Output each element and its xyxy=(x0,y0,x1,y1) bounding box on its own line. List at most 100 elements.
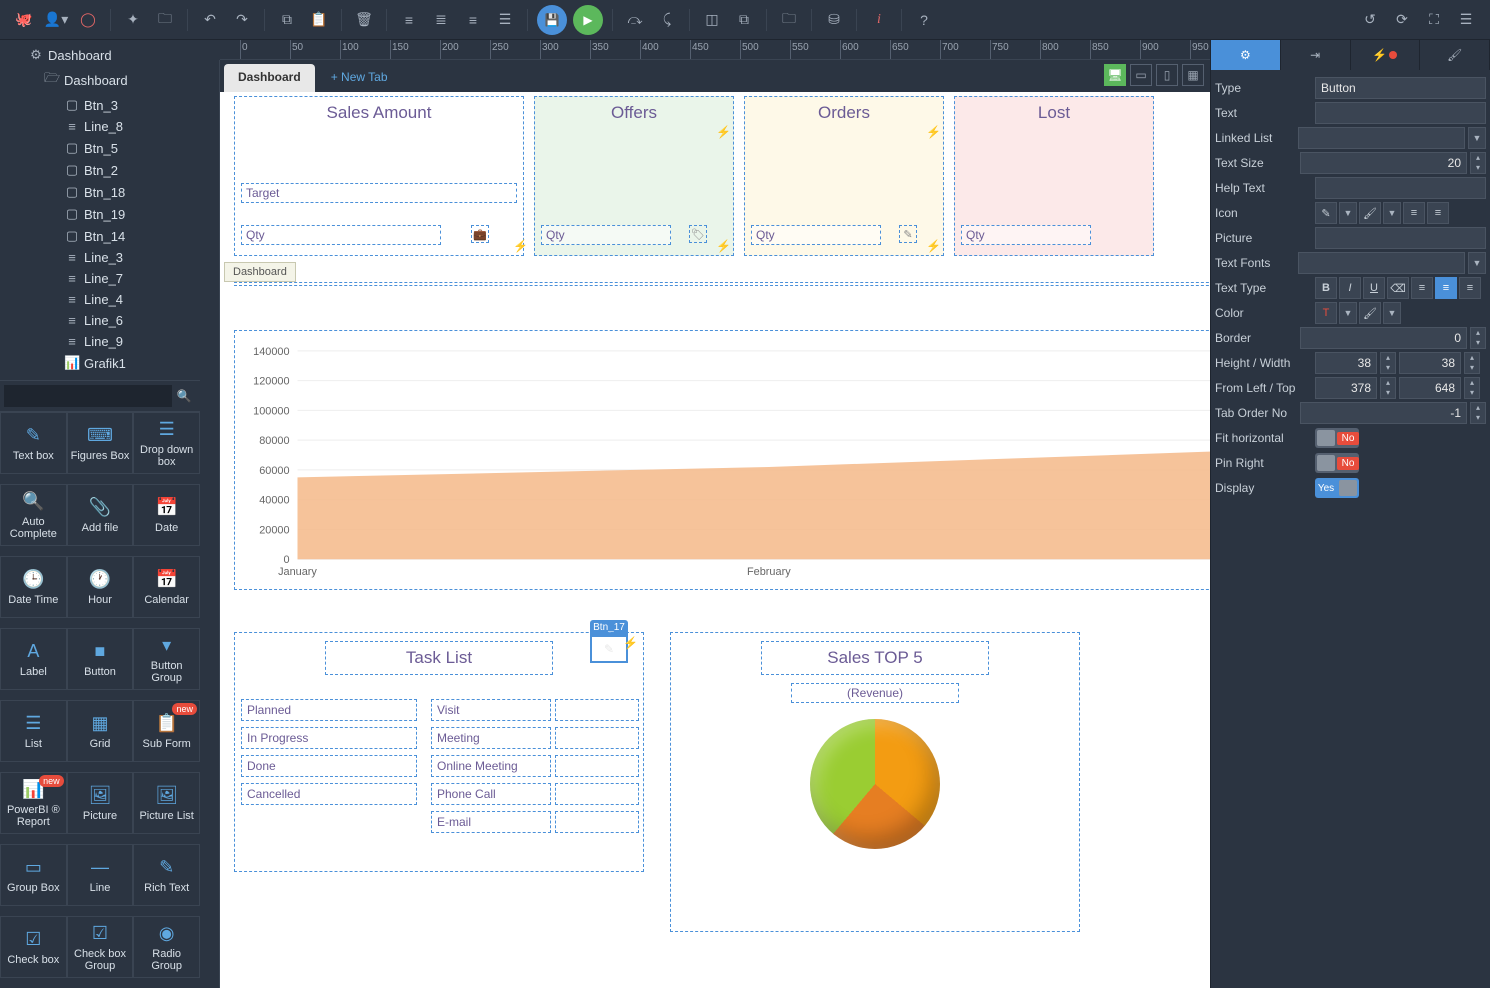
prop-fonts-input[interactable] xyxy=(1298,252,1465,274)
card-sales-amount[interactable]: Sales Amount Target Qty 💼 ⚡ xyxy=(234,96,524,256)
help-icon[interactable]: ? xyxy=(910,6,938,34)
field-qty[interactable]: Qty xyxy=(961,225,1091,245)
tree-item[interactable]: ▢Btn_3 xyxy=(0,94,200,116)
search-icon[interactable]: 🔍 xyxy=(172,385,196,407)
palette-item[interactable]: ALabel xyxy=(0,628,67,690)
icon-color-btn[interactable]: 🖌 xyxy=(1359,202,1381,224)
info-icon[interactable]: i xyxy=(865,6,893,34)
underline-btn[interactable]: U xyxy=(1363,277,1385,299)
tree-item[interactable]: 📊Grafik1 xyxy=(0,352,200,374)
bold-btn[interactable]: B xyxy=(1315,277,1337,299)
task-value[interactable] xyxy=(555,727,639,749)
align-left-icon[interactable]: ≡ xyxy=(395,6,423,34)
database-icon[interactable]: ⛁ xyxy=(820,6,848,34)
view-grid-icon[interactable]: ▦ xyxy=(1182,64,1204,86)
align-right-btn[interactable]: ≡ xyxy=(1459,277,1481,299)
task-type[interactable]: Meeting xyxy=(431,727,551,749)
card-task-list[interactable]: Task List PlannedIn ProgressDoneCancelle… xyxy=(234,632,644,872)
palette-item[interactable]: 🖼Picture List xyxy=(133,772,200,834)
view-phone-icon[interactable]: ▯ xyxy=(1156,64,1178,86)
history-icon[interactable]: ↺ xyxy=(1356,6,1384,34)
task-type[interactable]: E-mail xyxy=(431,811,551,833)
task-value[interactable] xyxy=(555,755,639,777)
palette-item[interactable]: —Line xyxy=(67,844,134,906)
undo-icon[interactable]: ↶ xyxy=(196,6,224,34)
palette-item[interactable]: ▾Button Group xyxy=(133,628,200,690)
text-color-btn[interactable]: T xyxy=(1315,302,1337,324)
spinner[interactable] xyxy=(1470,152,1486,174)
tag-icon[interactable]: 🏷 xyxy=(689,225,707,243)
align-center-icon[interactable]: ≣ xyxy=(427,6,455,34)
palette-item[interactable]: new📋Sub Form xyxy=(133,700,200,762)
dropdown-icon[interactable]: ▼ xyxy=(1468,252,1486,274)
view-tablet-icon[interactable]: ▭ xyxy=(1130,64,1152,86)
tab-code-icon[interactable]: ⚡ xyxy=(1351,40,1421,70)
bg-color-btn[interactable]: 🖌 xyxy=(1359,302,1381,324)
copy-icon[interactable]: ⧉ xyxy=(273,6,301,34)
icon-picker-btn[interactable]: ✎ xyxy=(1315,202,1337,224)
toggle-fit-horizontal[interactable]: No xyxy=(1315,428,1359,448)
paste-icon[interactable]: 📋 xyxy=(305,6,333,34)
tree-item[interactable]: ≡Line_4 xyxy=(0,289,200,310)
prop-top-input[interactable] xyxy=(1399,377,1461,399)
open-folder-icon[interactable]: 🗀 xyxy=(775,6,803,34)
palette-item[interactable]: ▦Grid xyxy=(67,700,134,762)
icon-align-left[interactable]: ≡ xyxy=(1403,202,1425,224)
tab-events-icon[interactable]: ⇥ xyxy=(1281,40,1351,70)
tree-item[interactable]: ≡Line_8 xyxy=(0,116,200,137)
prop-helptext-input[interactable] xyxy=(1315,177,1486,199)
field-target[interactable]: Target xyxy=(241,183,517,203)
field-qty[interactable]: Qty xyxy=(241,225,441,245)
tree-item[interactable]: ▢Btn_2 xyxy=(0,159,200,181)
prop-linkedlist-input[interactable] xyxy=(1298,127,1465,149)
chart-area[interactable]: 020000400006000080000100000120000140000J… xyxy=(234,330,1210,590)
menu-icon[interactable]: ☰ xyxy=(1452,6,1480,34)
briefcase-icon[interactable]: 💼 xyxy=(471,225,489,243)
field-qty[interactable]: Qty xyxy=(751,225,881,245)
tab-dashboard[interactable]: Dashboard xyxy=(224,64,315,92)
prop-height-input[interactable] xyxy=(1315,352,1377,374)
prop-width-input[interactable] xyxy=(1399,352,1461,374)
dropdown-icon[interactable]: ▼ xyxy=(1383,202,1401,224)
octopus-icon[interactable]: 🐙 xyxy=(10,6,38,34)
palette-item[interactable]: 🖼Picture xyxy=(67,772,134,834)
tree-item[interactable]: ▢Btn_5 xyxy=(0,137,200,159)
tree-item[interactable]: ▢Btn_14 xyxy=(0,225,200,247)
palette-item[interactable]: ■Button xyxy=(67,628,134,690)
palette-item[interactable]: ▭Group Box xyxy=(0,844,67,906)
tree-item[interactable]: ≡Line_3 xyxy=(0,247,200,268)
run-button[interactable]: ▶ xyxy=(573,5,603,35)
clear-btn[interactable]: ⌫ xyxy=(1387,277,1409,299)
tree-dashboard-folder[interactable]: 🗁Dashboard xyxy=(0,66,200,94)
fullscreen-icon[interactable]: ⛶ xyxy=(1420,6,1448,34)
palette-item[interactable]: 📅Calendar xyxy=(133,556,200,618)
redo-icon[interactable]: ↷ xyxy=(228,6,256,34)
align-center-btn[interactable]: ≡ xyxy=(1435,277,1457,299)
prop-type-input[interactable] xyxy=(1315,77,1486,99)
card-offers[interactable]: Offers ⚡ Qty 🏷 ⚡ xyxy=(534,96,734,256)
icon-align-right[interactable]: ≡ xyxy=(1427,202,1449,224)
palette-item[interactable]: ◉Radio Group xyxy=(133,916,200,978)
task-type[interactable]: Online Meeting xyxy=(431,755,551,777)
tree-item[interactable]: ▢Btn_18 xyxy=(0,181,200,203)
search-input[interactable] xyxy=(4,385,172,407)
spinner[interactable] xyxy=(1464,377,1480,399)
save-button[interactable]: 💾 xyxy=(537,5,567,35)
view-desktop-icon[interactable]: 🖥 xyxy=(1104,64,1126,86)
delete-icon[interactable]: 🗑 xyxy=(350,6,378,34)
card-sales-top5[interactable]: Sales TOP 5 (Revenue) xyxy=(670,632,1080,932)
task-status[interactable]: Done xyxy=(241,755,417,777)
palette-item[interactable]: 🔍Auto Complete xyxy=(0,484,67,546)
prop-taborder-input[interactable] xyxy=(1300,402,1467,424)
stop-icon[interactable]: ◯ xyxy=(74,6,102,34)
palette-item[interactable]: ✎Rich Text xyxy=(133,844,200,906)
tree-item[interactable]: ▢Btn_19 xyxy=(0,203,200,225)
sync-icon[interactable]: ⟳ xyxy=(1388,6,1416,34)
user-icon[interactable]: 👤▾ xyxy=(42,6,70,34)
align-right-icon[interactable]: ≡ xyxy=(459,6,487,34)
prop-border-input[interactable] xyxy=(1300,327,1467,349)
tree-item[interactable]: ≡Line_7 xyxy=(0,268,200,289)
tab-appearance-icon[interactable]: 🖌 xyxy=(1420,40,1490,70)
panel-a-icon[interactable]: ◫ xyxy=(698,6,726,34)
task-value[interactable] xyxy=(555,811,639,833)
